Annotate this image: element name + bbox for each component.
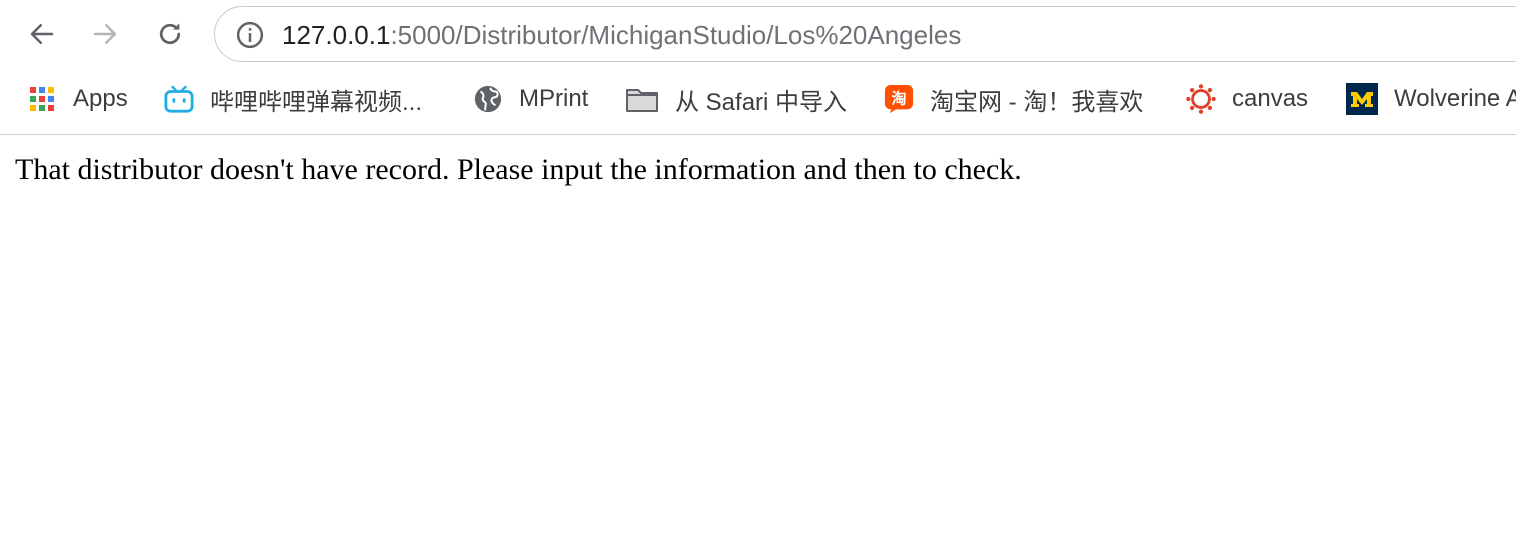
browser-toolbar: 127.0.0.1:5000/Distributor/MichiganStudi… [0,0,1516,68]
bookmark-canvas[interactable]: canvas [1186,82,1308,116]
reload-icon [159,23,181,45]
arrow-right-icon [93,24,117,44]
bookmark-bilibili[interactable]: 哔哩哔哩弹幕视频... [164,82,422,116]
taobao-icon: 淘 [884,84,914,114]
apps-grid-icon [27,84,57,114]
michigan-block-m-icon [1346,83,1378,115]
bookmark-label: 淘宝网 - 淘！我喜欢 [930,88,1144,116]
bilibili-tv-icon [164,84,194,114]
page-message: That distributor doesn't have record. Pl… [15,153,1022,186]
bookmark-wolverine[interactable]: Wolverine A [1346,82,1516,116]
bookmark-folder-safari[interactable]: 从 Safari 中导入 [625,82,847,116]
canvas-icon [1186,84,1216,114]
reload-button[interactable] [148,12,192,56]
bookmark-apps[interactable]: Apps [27,82,128,116]
url-host: 127.0.0.1 [282,20,391,50]
forward-button[interactable] [83,12,127,56]
bookmark-label: 从 Safari 中导入 [675,88,848,116]
address-bar[interactable]: 127.0.0.1:5000/Distributor/MichiganStudi… [214,6,1516,62]
url-path: :5000/Distributor/MichiganStudio/Los%20A… [390,20,962,50]
bookmark-label: 哔哩哔哩弹幕视频... [210,88,423,116]
bookmarks-bar: Apps 哔哩哔哩弹幕视频... MPrint 从 Safari 中导入 淘 淘… [0,68,1516,135]
bookmark-label: Wolverine A [1394,85,1516,112]
url-text[interactable]: 127.0.0.1:5000/Distributor/MichiganStudi… [282,20,961,50]
bookmark-taobao[interactable]: 淘 淘宝网 - 淘！我喜欢 [884,82,1143,116]
folder-icon [625,84,659,114]
globe-icon [473,84,503,114]
back-button[interactable] [20,12,64,56]
arrow-left-icon [30,24,54,44]
bookmark-label: MPrint [519,85,589,112]
info-icon[interactable] [235,20,265,50]
bookmark-label: Apps [73,85,128,112]
bookmark-label: canvas [1232,85,1309,112]
bookmark-mprint[interactable]: MPrint [473,82,588,116]
svg-text:淘: 淘 [890,90,906,108]
